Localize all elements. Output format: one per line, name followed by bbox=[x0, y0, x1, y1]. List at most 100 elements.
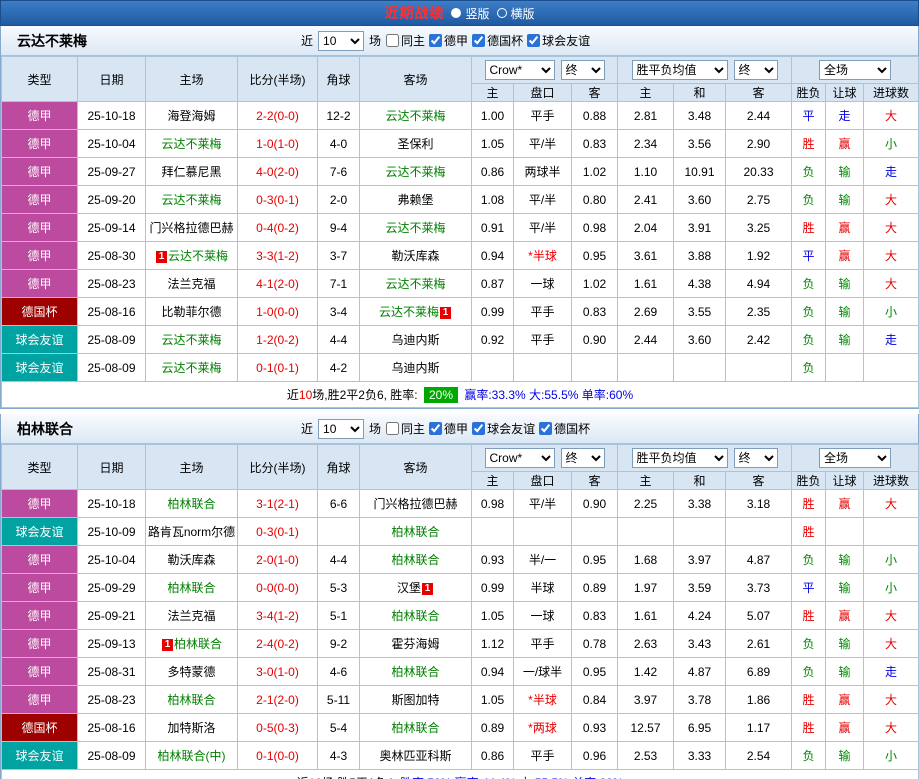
col-header-away: 客场 bbox=[359, 444, 472, 490]
away-team-cell: 云达不莱梅 bbox=[359, 269, 472, 298]
layout-radio-horizontal[interactable]: 横版 bbox=[496, 5, 535, 22]
team-name-text: 云达不莱梅 bbox=[161, 361, 222, 375]
away-team-cell: 云达不莱梅 1 bbox=[359, 297, 472, 326]
scope-select[interactable]: 全场 bbox=[819, 448, 892, 468]
corner-cell: 7-6 bbox=[317, 157, 360, 186]
match-row: 德甲 25-10-04 云达不莱梅 1-0(1-0) 4-0 圣保利 1.05 平/半 0.83… bbox=[1, 129, 919, 158]
checkbox-input[interactable] bbox=[539, 422, 553, 435]
team-name-text: 云达不莱梅 bbox=[161, 137, 222, 151]
filter-bar: 近 10 场 同主 德甲 球会友谊 德国杯 bbox=[301, 418, 594, 439]
corner-cell: 2-0 bbox=[317, 185, 360, 214]
checkbox-label: 球会友谊 bbox=[542, 34, 591, 48]
date-cell: 25-10-09 bbox=[77, 517, 146, 546]
odds-final-select[interactable]: 终 bbox=[560, 60, 605, 80]
team-name-text: 勒沃库森 bbox=[391, 249, 440, 263]
filter-checkbox[interactable]: 同主 bbox=[386, 32, 425, 49]
checkbox-input[interactable] bbox=[429, 34, 443, 47]
euro-home-odds-cell: 2.34 bbox=[617, 129, 674, 158]
corner-cell: 12-2 bbox=[317, 101, 360, 130]
score-cell: 0-4(0-2) bbox=[237, 213, 318, 242]
recent-count-select[interactable]: 10 bbox=[318, 30, 365, 51]
euro-away-odds-cell: 3.25 bbox=[724, 213, 793, 242]
euro-odds-group-header: 胜平负均值 终 bbox=[616, 56, 793, 84]
league-cell: 德甲 bbox=[1, 573, 78, 602]
sub-header-outcome: 胜负 bbox=[791, 83, 827, 102]
asian-handicap-cell: 半球 bbox=[513, 573, 572, 602]
asian-handicap-cell: 一球 bbox=[513, 601, 572, 630]
match-row: 德甲 25-09-27 拜仁慕尼黑 4-0(2-0) 7-6 云达不莱梅 0.86 两球半 1.… bbox=[1, 157, 919, 186]
asian-handicap-cell: *半球 bbox=[513, 241, 572, 270]
filter-checkbox[interactable]: 德国杯 bbox=[472, 32, 523, 49]
away-team-cell: 霍芬海姆 bbox=[359, 629, 472, 658]
sub-header-asian-home: 主 bbox=[471, 471, 514, 490]
radio-label-horizontal: 横版 bbox=[510, 6, 535, 21]
home-team-cell: 海登海姆 bbox=[145, 101, 238, 130]
sub-header-outcome: 胜负 bbox=[791, 471, 827, 490]
asian-handicap-cell: 两球半 bbox=[513, 157, 572, 186]
checkbox-input[interactable] bbox=[527, 34, 541, 47]
match-row: 德甲 25-10-18 柏林联合 3-1(2-1) 6-6 门兴格拉德巴赫 0.98 平/半 0… bbox=[1, 489, 919, 518]
outcome-cell: 负 bbox=[791, 741, 827, 770]
league-cell: 德甲 bbox=[1, 185, 78, 214]
home-team-cell: 路肯瓦norm尔德 bbox=[145, 517, 238, 546]
asian-away-odds-cell: 0.80 bbox=[571, 185, 618, 214]
asian-handicap-cell: 平手 bbox=[513, 101, 572, 130]
team-name-text: 比勒菲尔德 bbox=[161, 305, 222, 319]
scope-select[interactable]: 全场 bbox=[819, 60, 892, 80]
avg-odds-select[interactable]: 胜平负均值 bbox=[631, 448, 728, 468]
section-werder-bremen: 云达不莱梅 近 10 场 同主 德甲 德国杯 球会友谊 类型 日期 主场 比分(… bbox=[0, 26, 919, 409]
checkbox-label: 球会友谊 bbox=[487, 422, 536, 436]
goals-result-cell: 大 bbox=[863, 269, 919, 298]
checkbox-input[interactable] bbox=[386, 422, 400, 435]
odds-final-select[interactable]: 终 bbox=[560, 448, 605, 468]
avg-final-select[interactable]: 终 bbox=[733, 60, 778, 80]
match-row: 德国杯 25-08-16 加特斯洛 0-5(0-3) 5-4 柏林联合 0.89 *两球 0.9… bbox=[1, 713, 919, 742]
corner-cell: 5-3 bbox=[317, 573, 360, 602]
result-group-header: 全场 bbox=[791, 444, 919, 472]
odds-company-select[interactable]: Crow* bbox=[484, 60, 555, 80]
avg-odds-select[interactable]: 胜平负均值 bbox=[631, 60, 728, 80]
layout-radio-vertical[interactable]: 竖版 bbox=[451, 5, 490, 22]
red-card-icon: 1 bbox=[422, 582, 433, 595]
recent-count-select[interactable]: 10 bbox=[318, 418, 365, 439]
euro-home-odds-cell: 1.10 bbox=[617, 157, 674, 186]
asian-home-odds-cell: 0.86 bbox=[471, 157, 514, 186]
checkbox-input[interactable] bbox=[429, 422, 443, 435]
checkbox-input[interactable] bbox=[472, 422, 486, 435]
filter-checkbox[interactable]: 德国杯 bbox=[539, 420, 590, 437]
col-header-score: 比分(半场) bbox=[237, 56, 318, 102]
team-name-text: 圣保利 bbox=[397, 137, 434, 151]
team-name: 云达不莱梅 bbox=[17, 32, 87, 49]
filter-checkbox[interactable]: 德甲 bbox=[429, 420, 468, 437]
filter-checkbox[interactable]: 德甲 bbox=[429, 32, 468, 49]
goals-result-cell bbox=[863, 517, 919, 546]
team-name-text: 云达不莱梅 bbox=[167, 249, 228, 263]
corner-cell: 4-3 bbox=[317, 741, 360, 770]
match-row: 球会友谊 25-08-09 云达不莱梅 0-1(0-1) 4-2 乌迪内斯 负 bbox=[1, 353, 919, 382]
euro-draw-odds-cell: 3.60 bbox=[673, 325, 726, 354]
checkbox-input[interactable] bbox=[472, 34, 486, 47]
home-team-cell: 比勒菲尔德 bbox=[145, 297, 238, 326]
match-row: 德甲 25-10-04 勒沃库森 2-0(1-0) 4-4 柏林联合 0.93 半/一 0.95… bbox=[1, 545, 919, 574]
filter-checkbox[interactable]: 同主 bbox=[386, 420, 425, 437]
corner-cell: 5-1 bbox=[317, 601, 360, 630]
asian-away-odds-cell: 0.84 bbox=[571, 685, 618, 714]
avg-final-select[interactable]: 终 bbox=[733, 448, 778, 468]
filter-checkbox[interactable]: 球会友谊 bbox=[527, 32, 590, 49]
goals-result-cell: 大 bbox=[863, 185, 919, 214]
team-name-text: 弗赖堡 bbox=[397, 193, 434, 207]
checkbox-input[interactable] bbox=[386, 34, 400, 47]
score-cell: 4-1(2-0) bbox=[237, 269, 318, 298]
goals-result-cell: 走 bbox=[863, 157, 919, 186]
summary-cell: 近10场,胜5平1负4, 胜率:50% 赢率:44.4% 大:55.5% 单率:… bbox=[0, 769, 919, 779]
home-team-cell: 云达不莱梅 bbox=[145, 325, 238, 354]
team-bar: 柏林联合 近 10 场 同主 德甲 球会友谊 德国杯 bbox=[1, 414, 918, 444]
euro-home-odds-cell: 12.57 bbox=[617, 713, 674, 742]
filter-checkbox[interactable]: 球会友谊 bbox=[472, 420, 535, 437]
handicap-result-cell: 赢 bbox=[825, 713, 865, 742]
euro-home-odds-cell bbox=[617, 517, 674, 546]
date-cell: 25-08-23 bbox=[77, 685, 146, 714]
euro-home-odds-cell: 2.44 bbox=[617, 325, 674, 354]
league-cell: 德甲 bbox=[1, 157, 78, 186]
odds-company-select[interactable]: Crow* bbox=[484, 448, 555, 468]
